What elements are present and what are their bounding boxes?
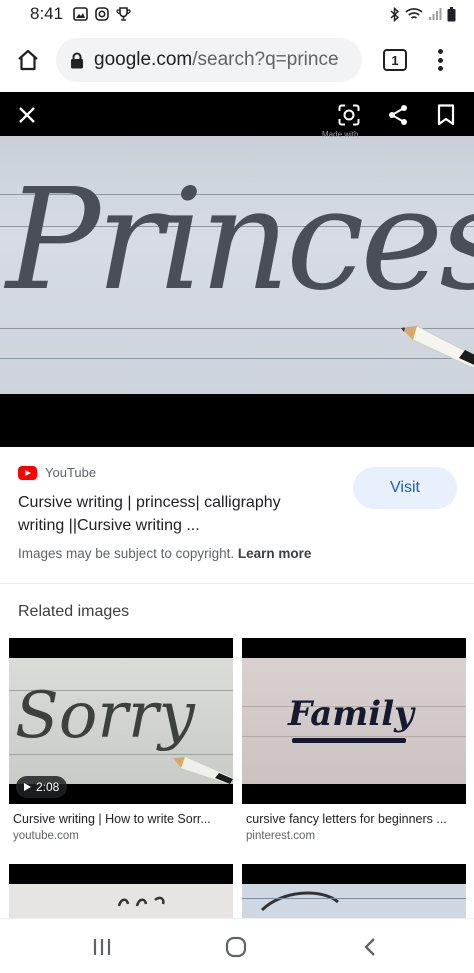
share-button[interactable] [385, 102, 411, 128]
recent-apps-icon [93, 939, 111, 955]
thumbnail-cursive-text: Family [288, 694, 414, 734]
copyright-notice: Images may be subject to copyright. Lear… [18, 546, 312, 561]
menu-dot [437, 66, 443, 71]
image-result-card: YouTube Cursive writing | princess| call… [0, 447, 474, 583]
gallery-notification-icon [73, 7, 88, 21]
menu-dot [437, 57, 443, 63]
related-image-tile[interactable] [242, 864, 466, 918]
address-bar[interactable]: google.com/search?q=prince [56, 38, 362, 82]
bookmark-icon [437, 104, 455, 126]
share-icon [389, 105, 407, 125]
overflow-menu-button[interactable] [430, 46, 450, 74]
close-icon [19, 107, 35, 123]
browser-toolbar: google.com/search?q=prince 1 [0, 28, 474, 92]
battery-icon [447, 6, 456, 21]
viewer-toolbar [0, 92, 474, 136]
play-icon [24, 783, 31, 791]
signal-icon [429, 8, 442, 20]
related-image-tile[interactable]: Sorry 2:08 Cursive writing | How to writ… [9, 638, 233, 848]
lock-icon [71, 52, 83, 68]
url-text[interactable]: google.com/search?q=prince [94, 49, 339, 71]
image-watermark: Made with [322, 130, 359, 139]
home-nav-button[interactable] [224, 935, 248, 959]
related-images-heading: Related images [18, 603, 130, 620]
image-viewer: Made with Princess [0, 92, 474, 447]
system-navigation-bar [0, 918, 474, 973]
close-viewer-button[interactable] [14, 102, 40, 128]
home-button[interactable] [12, 44, 44, 76]
recent-apps-button[interactable] [90, 935, 114, 959]
back-button[interactable] [358, 935, 382, 959]
home-circle-icon [225, 936, 247, 958]
lens-search-button[interactable] [336, 102, 362, 128]
source-name: YouTube [45, 465, 97, 480]
selected-image[interactable]: Princess [0, 136, 474, 394]
status-time: 8:41 [30, 4, 64, 23]
related-thumbnail[interactable]: Family [242, 638, 466, 804]
status-bar: 8:41 [0, 0, 474, 28]
related-caption[interactable]: Cursive writing | How to write Sorr... [13, 812, 233, 826]
related-domain: youtube.com [13, 830, 79, 842]
related-image-tile[interactable] [9, 864, 233, 918]
bluetooth-icon [390, 6, 400, 22]
home-icon [18, 49, 38, 71]
result-source[interactable]: YouTube [18, 465, 96, 480]
related-image-tile[interactable]: Family cursive fancy letters for beginne… [242, 638, 466, 848]
divider [0, 583, 474, 584]
trophy-notification-icon [116, 7, 131, 21]
save-button[interactable] [433, 102, 459, 128]
instagram-notification-icon [95, 7, 109, 21]
related-thumbnail[interactable]: Sorry 2:08 [9, 638, 233, 804]
back-icon [364, 938, 375, 956]
thumbnail-cursive-text: Sorry [15, 679, 195, 753]
result-title[interactable]: Cursive writing | princess| calligraphy … [18, 491, 328, 537]
lens-icon [338, 104, 360, 126]
tab-switcher-button[interactable]: 1 [383, 49, 407, 71]
youtube-icon [18, 465, 37, 480]
learn-more-link[interactable]: Learn more [238, 546, 312, 561]
wifi-icon [405, 8, 423, 19]
related-thumbnail[interactable] [9, 864, 233, 918]
related-domain: pinterest.com [246, 830, 316, 842]
video-duration-badge: 2:08 [16, 776, 68, 798]
hero-cursive-text: Princess [6, 159, 474, 322]
menu-dot [437, 49, 443, 54]
pencil-graphic [399, 325, 474, 368]
related-caption[interactable]: cursive fancy letters for beginners ... [246, 812, 466, 826]
related-thumbnail[interactable] [242, 864, 466, 918]
visit-button[interactable]: Visit [353, 467, 457, 509]
pencil-graphic [173, 757, 233, 784]
